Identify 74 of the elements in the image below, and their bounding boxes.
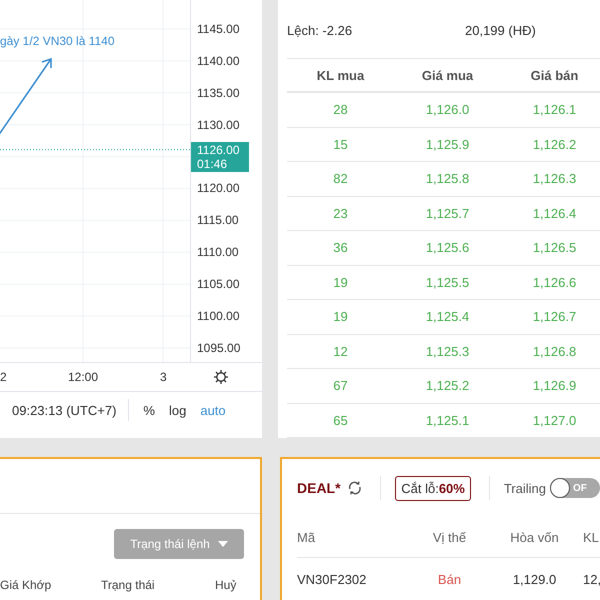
table-cell-text: 1,126.6 xyxy=(532,274,578,290)
trailing-toggle[interactable]: OF xyxy=(550,478,600,498)
table-cell-text: 65 xyxy=(332,412,349,428)
table-cell-text: 1,125.8 xyxy=(424,171,470,186)
table-cell-text: 1,125.2 xyxy=(424,378,470,394)
table-cell-text: 1,125.5 xyxy=(424,274,470,290)
stop-loss-badge: Cắt lỗ:60% xyxy=(395,476,471,500)
deal-title: DEAL* xyxy=(297,480,341,496)
table-cell-text: 1,126.2 xyxy=(532,136,578,152)
price-label: 1135.00 xyxy=(196,86,240,100)
column-header: KL mua xyxy=(316,68,366,82)
price-label: 1095.00 xyxy=(196,340,240,355)
price-label: 1100.00 xyxy=(196,308,240,323)
table-cell-text: 1,126.4 xyxy=(532,206,578,221)
column-header: Giá mua xyxy=(420,68,474,82)
table-cell-text: 1,125.1 xyxy=(424,412,470,428)
table-cell-text: 1,126.5 xyxy=(532,240,578,256)
table-cell-text: 19 xyxy=(332,309,349,324)
column-header: Hòa vốn xyxy=(509,530,560,544)
table-cell-text: 67 xyxy=(332,378,349,394)
price-label: 1145.00 xyxy=(196,22,240,36)
scale-button[interactable]: auto xyxy=(198,402,228,418)
table-cell-text: 1,126.7 xyxy=(532,309,578,324)
table-cell-text: 1,125.7 xyxy=(424,206,470,221)
table-cell-text: VN30F2302 xyxy=(297,572,368,586)
table-cell-text: 1,126.9 xyxy=(532,378,578,394)
table-cell-text: 1,125.6 xyxy=(424,240,470,256)
contract-count: 20,199 (HĐ) xyxy=(465,23,536,38)
trailing-label: Trailing xyxy=(504,480,546,496)
table-cell-text: 36 xyxy=(332,240,349,256)
time-label: 2 xyxy=(0,370,7,384)
table-cell-text: 1,125.4 xyxy=(424,309,470,324)
price-difference: Lệch: -2.26 xyxy=(287,23,354,38)
table-cell-text: 1,126.3 xyxy=(532,171,578,186)
time-label: 12:00 xyxy=(68,370,98,384)
table-cell-text: 12, xyxy=(582,572,600,586)
table-cell-text: 1,125.9 xyxy=(424,136,470,152)
countdown-timer: 01:46 xyxy=(197,156,228,170)
column-header: Giá bán xyxy=(530,68,580,82)
refresh-icon[interactable] xyxy=(346,480,362,496)
column-header: Huỷ xyxy=(215,578,236,592)
column-header: Giá Khớp xyxy=(0,578,52,592)
chart-annotation: gày 1/2 VN30 là 1140 xyxy=(0,34,115,48)
time-label: 3 xyxy=(160,370,167,384)
caret-icon xyxy=(218,541,228,547)
table-cell-text: 1,126.0 xyxy=(424,102,470,118)
table-cell-text: 19 xyxy=(332,274,349,290)
table-cell-text: 1,127.0 xyxy=(532,412,578,428)
settings-icon[interactable] xyxy=(213,369,229,385)
price-label: 1115.00 xyxy=(196,213,239,228)
price-label: 1140.00 xyxy=(196,54,240,68)
scale-button[interactable]: % xyxy=(141,402,157,418)
table-cell-text: 12 xyxy=(332,344,349,359)
scale-button[interactable]: log xyxy=(166,402,188,418)
table-cell-text: 23 xyxy=(332,206,349,221)
price-label: 1130.00 xyxy=(196,118,240,132)
column-header: Trạng thái xyxy=(101,578,155,592)
column-header: Mã xyxy=(297,530,316,544)
current-price: 1126.00 xyxy=(197,142,240,156)
table-cell-text: 1,126.1 xyxy=(532,102,578,118)
table-cell-text: 15 xyxy=(332,136,349,152)
table-cell-text: Bán xyxy=(436,572,462,586)
table-cell-text: 1,129.0 xyxy=(512,572,558,586)
column-header: Vị thế xyxy=(432,530,468,544)
price-label: 1110.00 xyxy=(196,245,239,260)
status-dropdown[interactable]: Trạng thái lệnh xyxy=(114,529,244,559)
column-header: KL xyxy=(582,530,600,544)
price-label: 1105.00 xyxy=(196,277,240,292)
price-label: 1120.00 xyxy=(196,181,240,196)
table-cell-text: 28 xyxy=(332,102,349,118)
table-cell-text: 1,125.3 xyxy=(424,344,470,359)
clock-time: 09:23:13 (UTC+7) xyxy=(12,402,116,418)
table-cell-text: 1,126.8 xyxy=(532,344,578,359)
table-cell-text: 82 xyxy=(332,171,349,186)
